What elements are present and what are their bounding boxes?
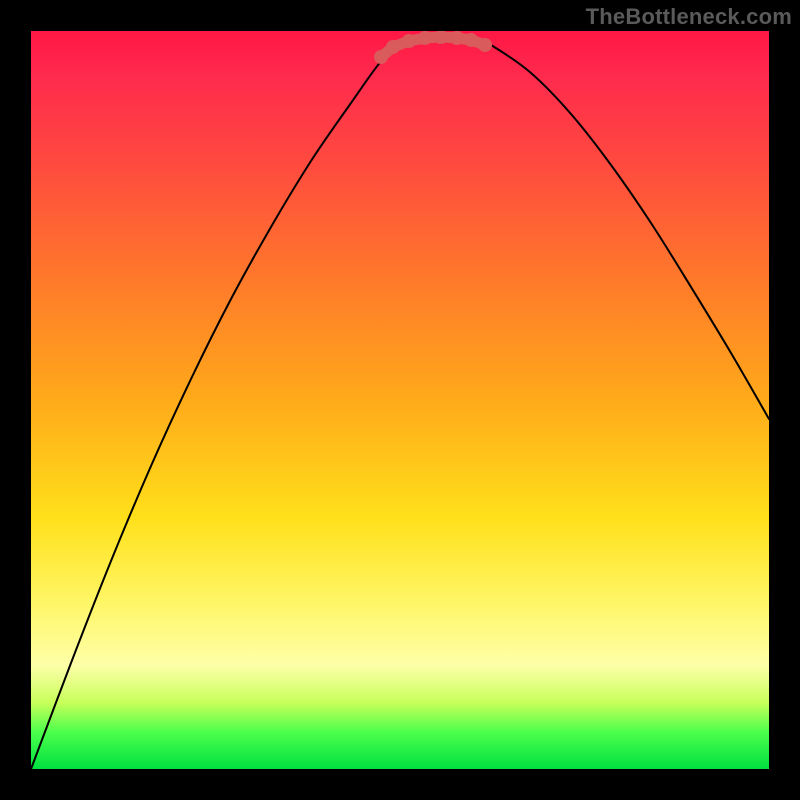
outer-black-frame: TheBottleneck.com xyxy=(0,0,800,800)
gradient-plot-area xyxy=(31,31,769,769)
red-marker-band xyxy=(374,31,492,64)
black-curve xyxy=(31,38,769,769)
chart-svg xyxy=(31,31,769,769)
watermark-text: TheBottleneck.com xyxy=(586,4,792,30)
